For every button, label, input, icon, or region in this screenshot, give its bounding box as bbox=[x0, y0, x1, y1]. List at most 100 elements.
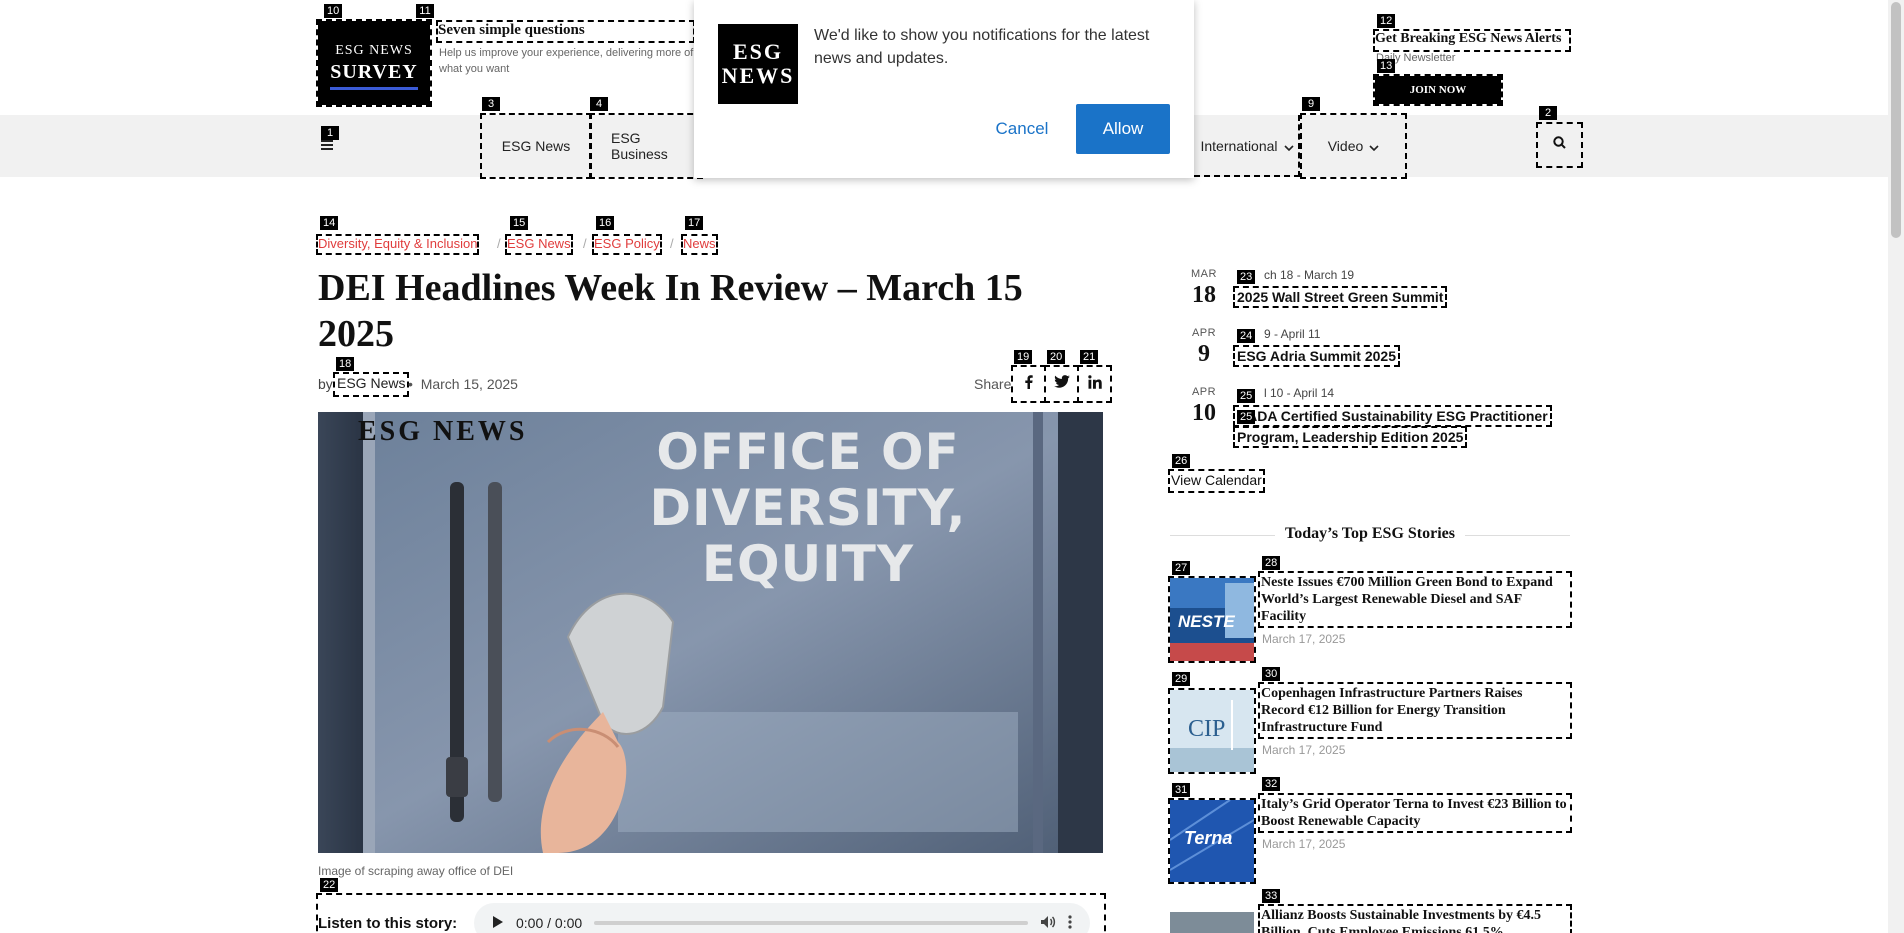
category-link-esg-news[interactable]: ESG News bbox=[505, 234, 573, 255]
view-calendar-link[interactable]: View Calendar bbox=[1168, 469, 1265, 493]
marker-badge: 15 bbox=[510, 216, 529, 230]
marker-badge: 21 bbox=[1080, 350, 1099, 364]
marker-badge: 27 bbox=[1172, 561, 1191, 575]
chevron-down-icon bbox=[1369, 138, 1379, 154]
marker-badge: 4 bbox=[590, 97, 608, 111]
twitter-icon bbox=[1053, 375, 1070, 393]
story-link-terna[interactable]: Italy’s Grid Operator Terna to Invest €2… bbox=[1258, 793, 1572, 833]
marker-badge: 24 bbox=[1237, 329, 1256, 343]
event-day: 18 bbox=[1192, 282, 1216, 308]
volume-icon[interactable] bbox=[1040, 915, 1056, 932]
marker-badge: 17 bbox=[685, 216, 704, 230]
survey-logo-bottom: SURVEY bbox=[330, 61, 418, 83]
hero-watermark: ESG NEWS bbox=[358, 416, 528, 447]
story-date: March 17, 2025 bbox=[1262, 632, 1346, 646]
story-thumbnail-cip[interactable]: CIP bbox=[1168, 688, 1256, 774]
event-day: 10 bbox=[1192, 400, 1216, 426]
marker-badge: 14 bbox=[320, 216, 339, 230]
nav-item-video[interactable]: Video bbox=[1300, 113, 1407, 179]
marker-badge: 28 bbox=[1262, 556, 1281, 570]
nav-item-label: ESG Business bbox=[611, 130, 668, 162]
survey-subtitle: Help us improve your experience, deliver… bbox=[439, 47, 694, 75]
event-link-wall-street-green-summit[interactable]: 2025 Wall Street Green Summit bbox=[1232, 286, 1448, 308]
story-date: March 17, 2025 bbox=[1262, 837, 1346, 851]
breaking-alerts-link[interactable]: Get Breaking ESG News Alerts bbox=[1373, 29, 1571, 52]
top-stories-heading: Today’s Top ESG Stories bbox=[1285, 525, 1455, 542]
byline-dot: • bbox=[408, 376, 413, 392]
article-headline: DEI Headlines Week In Review – March 15 … bbox=[318, 267, 1023, 355]
event-day: 9 bbox=[1198, 341, 1210, 367]
story-thumbnail-allianz[interactable] bbox=[1170, 912, 1254, 933]
marker-badge: 12 bbox=[1377, 14, 1396, 28]
marker-badge: 18 bbox=[336, 357, 355, 371]
event-link-esg-adria-summit[interactable]: ESG Adria Summit 2025 bbox=[1233, 345, 1400, 367]
cancel-button[interactable]: Cancel bbox=[972, 104, 1072, 154]
marker-badge: 2 bbox=[1539, 106, 1557, 120]
top-stories-header: Today’s Top ESG Stories bbox=[1170, 525, 1570, 545]
marker-badge: 20 bbox=[1047, 350, 1066, 364]
notification-message: We'd like to show you notifications for … bbox=[814, 27, 1150, 67]
article-date-text: March 15, 2025 bbox=[420, 376, 518, 392]
category-separator: / bbox=[670, 236, 674, 251]
more-options-icon[interactable] bbox=[1068, 914, 1072, 932]
survey-logo-top: ESG NEWS bbox=[335, 43, 413, 58]
event-month: MAR bbox=[1191, 268, 1217, 280]
hamburger-menu-icon[interactable] bbox=[321, 140, 333, 150]
event-month: APR bbox=[1191, 327, 1217, 339]
audio-progress-bar[interactable] bbox=[594, 921, 1028, 925]
notification-permission-dialog: ESG NEWS We'd like to show you notificat… bbox=[694, 0, 1194, 178]
audio-player[interactable]: 0:00 / 0:00 bbox=[474, 903, 1090, 933]
marker-badge: 25 bbox=[1237, 389, 1256, 403]
marker-badge: 13 bbox=[1377, 59, 1396, 73]
category-separator: / bbox=[497, 236, 501, 251]
cip-thumb-text: CIP bbox=[1188, 716, 1226, 742]
nav-item-esg-business[interactable]: ESG Business bbox=[589, 113, 703, 179]
story-date: March 17, 2025 bbox=[1262, 743, 1346, 757]
share-facebook-button[interactable] bbox=[1011, 365, 1046, 403]
facebook-icon bbox=[1024, 374, 1033, 394]
story-link-cip[interactable]: Copenhagen Infrastructure Partners Raise… bbox=[1258, 682, 1572, 739]
marker-badge: 3 bbox=[482, 97, 500, 111]
article-hero-image: ESG NEWS OFFICE OF DIVERSITY, EQUITY bbox=[318, 412, 1103, 853]
marker-badge: 10 bbox=[324, 4, 343, 18]
category-link-esg-policy[interactable]: ESG Policy bbox=[592, 234, 662, 255]
nav-item-label: Video bbox=[1327, 138, 1364, 154]
marker-badge: 29 bbox=[1172, 672, 1191, 686]
search-button[interactable] bbox=[1536, 122, 1583, 168]
marker-badge: 25 bbox=[1237, 410, 1256, 424]
category-link-news[interactable]: News bbox=[681, 234, 718, 255]
story-thumbnail-terna[interactable]: Terna bbox=[1168, 798, 1256, 884]
story-link-allianz[interactable]: Allianz Boosts Sustainable Investments b… bbox=[1258, 904, 1572, 933]
play-icon[interactable] bbox=[492, 915, 504, 932]
join-now-button[interactable]: JOIN NOW bbox=[1373, 74, 1503, 106]
category-link-dei[interactable]: Diversity, Equity & Inclusion bbox=[315, 234, 480, 255]
event-link-nada-certified[interactable]: NADA Certified Sustainability ESG Practi… bbox=[1233, 405, 1552, 427]
marker-badge: 1 bbox=[321, 126, 339, 140]
allow-button[interactable]: Allow bbox=[1076, 104, 1170, 154]
marker-badge: 31 bbox=[1172, 783, 1191, 797]
author-link[interactable]: ESG News bbox=[332, 372, 410, 397]
linkedin-icon bbox=[1087, 374, 1102, 394]
event-date-range: l 10 - April 14 bbox=[1264, 386, 1335, 400]
event-date-range: ch 18 - March 19 bbox=[1264, 268, 1355, 282]
marker-badge: 32 bbox=[1262, 777, 1281, 791]
marker-badge: 16 bbox=[596, 216, 615, 230]
nav-item-esg-news[interactable]: ESG News bbox=[480, 113, 592, 179]
marker-badge: 22 bbox=[320, 878, 339, 892]
marker-badge: 19 bbox=[1014, 350, 1033, 364]
survey-banner-logo[interactable]: ESG NEWS SURVEY bbox=[316, 19, 432, 107]
hero-caption: Image of scraping away office of DEI bbox=[318, 864, 514, 878]
marker-badge: 23 bbox=[1237, 270, 1256, 284]
story-thumbnail-neste[interactable]: NESTE bbox=[1168, 576, 1256, 663]
event-link-nada-certified-line2[interactable]: Program, Leadership Edition 2025 bbox=[1232, 426, 1468, 448]
scrollbar-thumb[interactable] bbox=[1891, 2, 1901, 238]
share-twitter-button[interactable] bbox=[1044, 365, 1079, 403]
event-date-range: 9 - April 11 bbox=[1264, 327, 1321, 341]
story-link-neste[interactable]: Neste Issues €700 Million Green Bond to … bbox=[1258, 571, 1572, 628]
share-linkedin-button[interactable] bbox=[1077, 365, 1112, 403]
survey-title-link[interactable]: Seven simple questions bbox=[436, 20, 695, 43]
nav-item-outline bbox=[1194, 115, 1300, 177]
survey-logo-underline bbox=[330, 87, 418, 90]
marker-badge: 26 bbox=[1172, 454, 1191, 468]
listen-label: Listen to this story: bbox=[318, 915, 458, 932]
